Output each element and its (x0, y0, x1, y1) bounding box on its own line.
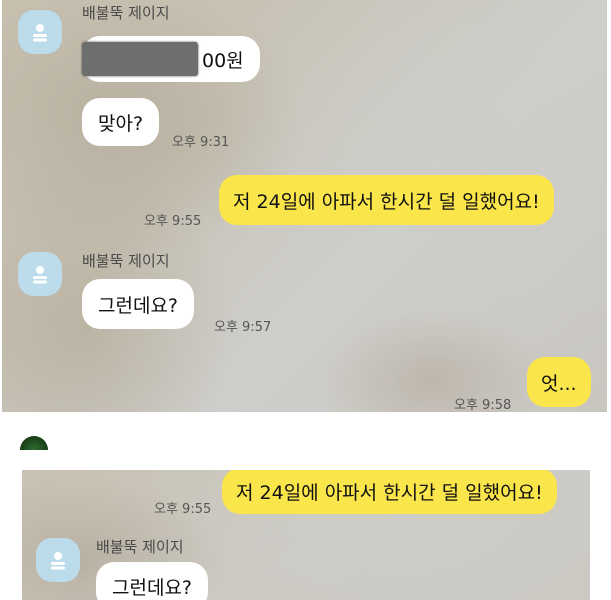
message-text: 저 24일에 아파서 한시간 덜 일했어요! (236, 481, 543, 504)
message-text: 맞아? (98, 112, 144, 135)
message-bubble-amount[interactable]: 00원 (82, 36, 260, 82)
message-bubble-outgoing[interactable]: 엇... (527, 357, 591, 407)
emoji-icon (20, 436, 48, 450)
message-text: 00원 (202, 49, 244, 72)
message-text: 그런데요? (112, 576, 193, 599)
message-time: 오후 9:58 (454, 398, 512, 412)
message-text: 엇... (541, 372, 577, 395)
default-profile-icon (51, 552, 65, 570)
message-time: 오후 9:31 (172, 135, 230, 150)
sender-name: 배불뚝 제이지 (96, 538, 184, 556)
message-text: 그런데요? (98, 294, 179, 317)
sender-avatar[interactable] (18, 252, 62, 296)
chat-screenshot-bottom: 저 24일에 아파서 한시간 덜 일했어요! 오후 9:55 배불뚝 제이지 그… (22, 470, 590, 600)
sender-name: 배불뚝 제이지 (82, 4, 170, 22)
redacted-block (82, 42, 198, 76)
message-bubble-outgoing[interactable]: 저 24일에 아파서 한시간 덜 일했어요! (222, 470, 557, 514)
sender-name: 배불뚝 제이지 (82, 252, 170, 270)
message-bubble-outgoing[interactable]: 저 24일에 아파서 한시간 덜 일했어요! (219, 175, 554, 225)
default-profile-icon (33, 24, 47, 42)
message-bubble-reply[interactable]: 그런데요? (82, 279, 195, 329)
sender-avatar[interactable] (18, 10, 62, 54)
message-text: 저 24일에 아파서 한시간 덜 일했어요! (233, 190, 540, 213)
message-bubble-reply[interactable]: 그런데요? (96, 562, 209, 600)
sender-avatar[interactable] (36, 538, 80, 582)
message-time: 오후 9:55 (154, 502, 212, 517)
default-profile-icon (33, 266, 47, 284)
message-bubble-question[interactable]: 맞아? (82, 98, 160, 146)
message-time: 오후 9:55 (144, 214, 202, 229)
message-time: 오후 9:57 (214, 320, 272, 335)
chat-screenshot-top: 배불뚝 제이지 00원 맞아? 오후 9:31 저 24일에 아파서 한시간 덜… (2, 0, 607, 412)
